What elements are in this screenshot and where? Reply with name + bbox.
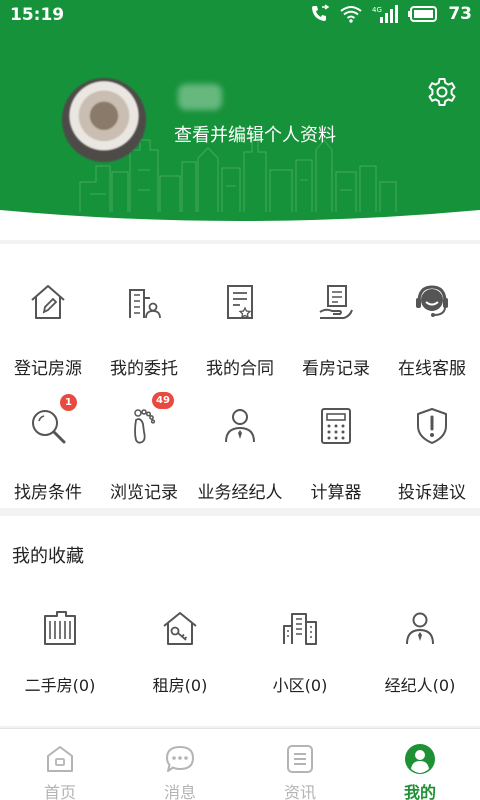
signal-icon: 4G bbox=[372, 5, 399, 23]
favorite-label: 小区(0) bbox=[272, 676, 328, 695]
message-icon bbox=[166, 746, 194, 772]
nav-label: 我的 bbox=[403, 783, 436, 800]
agent-icon bbox=[225, 409, 255, 443]
agent-icon bbox=[406, 612, 434, 645]
settings-button[interactable] bbox=[426, 76, 458, 108]
battery-level: 73 bbox=[448, 4, 472, 24]
bottom-navigation: 首页 消息 资讯 我的 bbox=[0, 728, 480, 800]
badge-count: 49 bbox=[152, 392, 174, 409]
favorite-rental[interactable]: 租房(0) bbox=[120, 606, 240, 716]
favorite-community[interactable]: 小区(0) bbox=[240, 606, 360, 716]
status-bar: 15:19 4G 73 bbox=[0, 0, 480, 32]
building-person-icon bbox=[129, 289, 161, 319]
profile-header: 15:19 4G 73 查看并编辑个人资料 bbox=[0, 0, 480, 240]
nav-label: 消息 bbox=[163, 783, 196, 800]
city-icon bbox=[283, 613, 317, 645]
nav-profile[interactable]: 我的 bbox=[360, 729, 480, 800]
magnifier-icon bbox=[32, 410, 66, 444]
menu-search-criteria[interactable]: 1 找房条件 bbox=[0, 378, 96, 503]
house-key-icon bbox=[163, 612, 197, 645]
menu-browse-history[interactable]: 49 浏览记录 bbox=[96, 378, 192, 503]
menu-complaints[interactable]: 投诉建议 bbox=[384, 378, 480, 503]
avatar[interactable] bbox=[62, 78, 146, 162]
gear-icon bbox=[428, 78, 456, 106]
hand-document-icon bbox=[319, 285, 353, 319]
home-icon bbox=[47, 746, 73, 772]
favorite-label: 租房(0) bbox=[152, 676, 208, 695]
phone-icon bbox=[312, 4, 330, 21]
contract-icon bbox=[227, 285, 253, 319]
menu-viewing-records[interactable]: 看房记录 bbox=[288, 254, 384, 379]
house-edit-icon bbox=[31, 285, 65, 319]
status-icons: 4G 73 bbox=[310, 4, 472, 24]
favorite-agents[interactable]: 经纪人(0) bbox=[360, 606, 480, 716]
nav-label: 资讯 bbox=[283, 783, 316, 800]
menu-label: 投诉建议 bbox=[398, 483, 466, 503]
battery-icon bbox=[408, 6, 438, 22]
headset-icon bbox=[416, 285, 448, 317]
building-icon bbox=[44, 611, 76, 645]
feature-grid: 登记房源 我的委托 我的合同 看房记录 在线客服 1 找房条件 49 浏览记录 … bbox=[0, 244, 480, 508]
favorite-second-hand[interactable]: 二手房(0) bbox=[0, 606, 120, 716]
wifi-icon bbox=[340, 6, 362, 23]
badge-count: 1 bbox=[60, 394, 77, 411]
profile-icon bbox=[405, 744, 435, 774]
status-time: 15:19 bbox=[10, 5, 65, 25]
favorites-title: 我的收藏 bbox=[12, 546, 84, 567]
menu-my-commissions[interactable]: 我的委托 bbox=[96, 254, 192, 379]
menu-calculator[interactable]: 计算器 bbox=[288, 378, 384, 503]
nav-home[interactable]: 首页 bbox=[0, 729, 120, 800]
nav-news[interactable]: 资讯 bbox=[240, 729, 360, 800]
news-icon bbox=[287, 745, 313, 773]
nav-messages[interactable]: 消息 bbox=[120, 729, 240, 800]
favorite-label: 二手房(0) bbox=[24, 676, 96, 695]
menu-label: 在线客服 bbox=[398, 359, 466, 379]
username-blurred bbox=[178, 84, 222, 110]
menu-register-listing[interactable]: 登记房源 bbox=[0, 254, 96, 379]
footprint-icon bbox=[134, 409, 156, 444]
nav-label: 首页 bbox=[43, 783, 76, 800]
shield-alert-icon bbox=[417, 408, 447, 444]
menu-my-contracts[interactable]: 我的合同 bbox=[192, 254, 288, 379]
menu-online-support[interactable]: 在线客服 bbox=[384, 254, 480, 379]
menu-business-agent[interactable]: 业务经纪人 bbox=[192, 378, 288, 503]
calculator-icon bbox=[321, 408, 351, 444]
favorite-label: 经纪人(0) bbox=[384, 676, 456, 695]
favorites-section: 我的收藏 二手房(0) 租房(0) 小区(0) 经纪人(0) bbox=[0, 516, 480, 726]
network-type: 4G bbox=[372, 6, 382, 14]
edit-profile-link[interactable]: 查看并编辑个人资料 bbox=[174, 121, 336, 147]
